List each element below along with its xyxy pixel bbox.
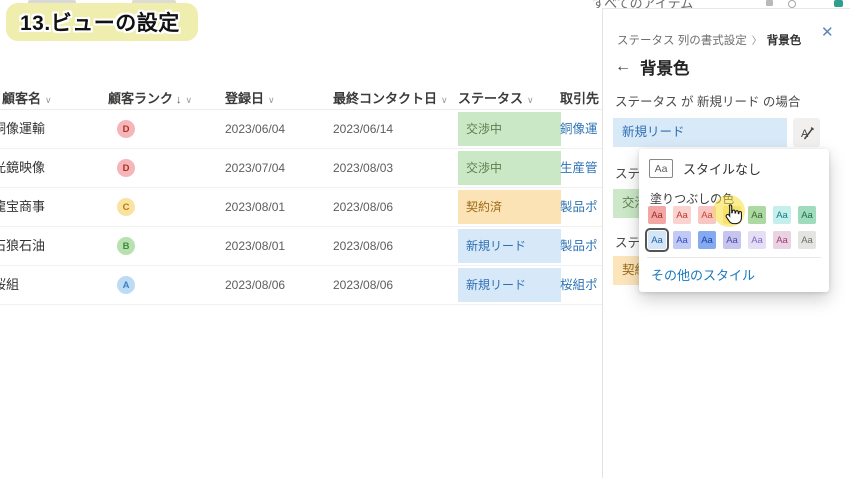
- list-view: 顧客名∨ 顧客ランク↓∨ 登録日∨ 最終コンタクト日∨ ステータス∨ 取引先 銅…: [0, 0, 602, 478]
- color-swatch-gray[interactable]: Aa: [798, 231, 816, 249]
- annotation-badge: 13.ビューの設定: [6, 3, 198, 41]
- color-swatch-green[interactable]: Aa: [748, 206, 766, 224]
- teal-badge-icon: [834, 0, 843, 7]
- customer-name: 桜組: [0, 266, 19, 304]
- rank-badge: A: [117, 276, 135, 294]
- registered-date: 2023/08/01: [225, 188, 285, 226]
- more-styles-link[interactable]: その他のスタイル: [651, 265, 755, 284]
- info-icon: [788, 0, 796, 8]
- status-badge: 契約済: [458, 190, 561, 224]
- color-swatch-periwinkle[interactable]: Aa: [673, 231, 691, 249]
- rule-value-field[interactable]: 新規リード: [613, 118, 787, 147]
- table-body: 銅像運輸 D 2023/06/04 2023/06/14 交渉中 銅像運 光鏡映…: [0, 110, 602, 305]
- table-row[interactable]: 石狼石油 B 2023/08/01 2023/08/06 新規リード 製品ポ: [0, 227, 602, 266]
- edit-style-button[interactable]: A: [793, 118, 820, 147]
- table-row[interactable]: 光鏡映像 D 2023/07/04 2023/08/03 交渉中 生産管: [0, 149, 602, 188]
- color-swatch-cyan[interactable]: Aa: [773, 206, 791, 224]
- table-row[interactable]: 桜組 A 2023/08/06 2023/08/06 新規リード 桜組ポ: [0, 266, 602, 305]
- back-arrow-icon[interactable]: ←: [615, 58, 631, 76]
- last-contact-date: 2023/08/06: [333, 266, 393, 304]
- last-contact-date: 2023/06/14: [333, 110, 393, 148]
- hand-cursor-icon: [722, 203, 744, 232]
- column-header-rank[interactable]: 顧客ランク↓∨: [108, 88, 192, 107]
- registered-date: 2023/06/04: [225, 110, 285, 148]
- deal-link[interactable]: 製品ポ: [560, 227, 598, 265]
- color-swatch-pink[interactable]: Aa: [673, 206, 691, 224]
- toolbar-icon-fragment: [766, 0, 773, 6]
- aa-sample-icon: Aa: [649, 159, 673, 178]
- chevron-down-icon: ∨: [268, 95, 275, 105]
- customer-name: 光鏡映像: [0, 149, 45, 187]
- status-badge: 交渉中: [458, 151, 561, 185]
- last-contact-date: 2023/08/06: [333, 188, 393, 226]
- swatch-row-2: Aa Aa Aa Aa Aa Aa Aa: [648, 231, 816, 249]
- column-header-registered[interactable]: 登録日∨: [225, 88, 275, 107]
- status-badge: 新規リード: [458, 268, 561, 302]
- rank-badge: C: [117, 198, 135, 216]
- column-header-name[interactable]: 顧客名∨: [2, 88, 52, 107]
- breadcrumb-chevron-icon: 〉: [752, 36, 762, 47]
- color-swatch-mauve[interactable]: Aa: [773, 231, 791, 249]
- column-header-deal[interactable]: 取引先: [560, 88, 599, 107]
- breadcrumb: ステータス 列の書式設定〉背景色: [617, 32, 801, 48]
- last-contact-date: 2023/08/06: [333, 227, 393, 265]
- color-swatch-lightpurple[interactable]: Aa: [748, 231, 766, 249]
- format-panel: ✕ ステータス 列の書式設定〉背景色 ← 背景色 ステータス が 新規リード の…: [602, 8, 850, 478]
- color-swatch-blue[interactable]: Aa: [698, 231, 716, 249]
- app-root: すべてのアイテム 13.ビューの設定 顧客名∨ 顧客ランク↓∨ 登録日∨ 最終コ…: [0, 0, 850, 478]
- registered-date: 2023/07/04: [225, 149, 285, 187]
- customer-name: 石狼石油: [0, 227, 45, 265]
- color-swatch-lightblue-selected[interactable]: Aa: [648, 231, 666, 249]
- table-row[interactable]: 龍宝商事 C 2023/08/01 2023/08/06 契約済 製品ポ: [0, 188, 602, 227]
- color-swatch-lavender[interactable]: Aa: [723, 231, 741, 249]
- deal-link[interactable]: 製品ポ: [560, 188, 598, 226]
- column-header-last-contact[interactable]: 最終コンタクト日∨: [333, 88, 448, 107]
- rule-condition: ステータス が 新規リード の場合: [615, 91, 800, 110]
- registered-date: 2023/08/01: [225, 227, 285, 265]
- deal-link[interactable]: 桜組ポ: [560, 266, 598, 304]
- color-swatch-teal[interactable]: Aa: [798, 206, 816, 224]
- status-badge: 交渉中: [458, 112, 561, 146]
- chevron-down-icon: ∨: [441, 95, 448, 105]
- deal-link[interactable]: 生産管: [560, 149, 598, 187]
- rank-badge: D: [117, 120, 135, 138]
- chevron-down-icon: ∨: [527, 95, 534, 105]
- panel-title-row: ← 背景色: [615, 55, 690, 79]
- panel-title: 背景色: [640, 55, 690, 79]
- chevron-down-icon: ∨: [186, 95, 193, 105]
- sort-desc-icon: ↓: [176, 94, 182, 106]
- close-icon[interactable]: ✕: [821, 23, 834, 41]
- chevron-down-icon: ∨: [45, 95, 52, 105]
- registered-date: 2023/08/06: [225, 266, 285, 304]
- no-style-option[interactable]: Aa スタイルなし: [649, 159, 761, 178]
- deal-link[interactable]: 銅像運: [560, 110, 598, 148]
- color-swatch-red[interactable]: Aa: [648, 206, 666, 224]
- rank-badge: D: [117, 159, 135, 177]
- breadcrumb-current: 背景色: [767, 35, 802, 47]
- last-contact-date: 2023/08/03: [333, 149, 393, 187]
- customer-name: 龍宝商事: [0, 188, 45, 226]
- breadcrumb-parent[interactable]: ステータス 列の書式設定: [617, 35, 747, 47]
- dropdown-divider: [647, 257, 821, 258]
- customer-name: 銅像運輸: [0, 110, 45, 148]
- status-badge: 新規リード: [458, 229, 561, 263]
- column-header-status[interactable]: ステータス∨: [458, 88, 534, 107]
- annotation-badge-label: 13.ビューの設定: [20, 7, 180, 37]
- no-style-label: スタイルなし: [683, 159, 761, 178]
- table-row[interactable]: 銅像運輸 D 2023/06/04 2023/06/14 交渉中 銅像運: [0, 110, 602, 149]
- format-pen-icon: A: [799, 125, 815, 141]
- table-header-row: 顧客名∨ 顧客ランク↓∨ 登録日∨ 最終コンタクト日∨ ステータス∨ 取引先: [0, 88, 602, 110]
- rank-badge: B: [117, 237, 135, 255]
- all-items-view-label[interactable]: すべてのアイテム: [592, 0, 693, 8]
